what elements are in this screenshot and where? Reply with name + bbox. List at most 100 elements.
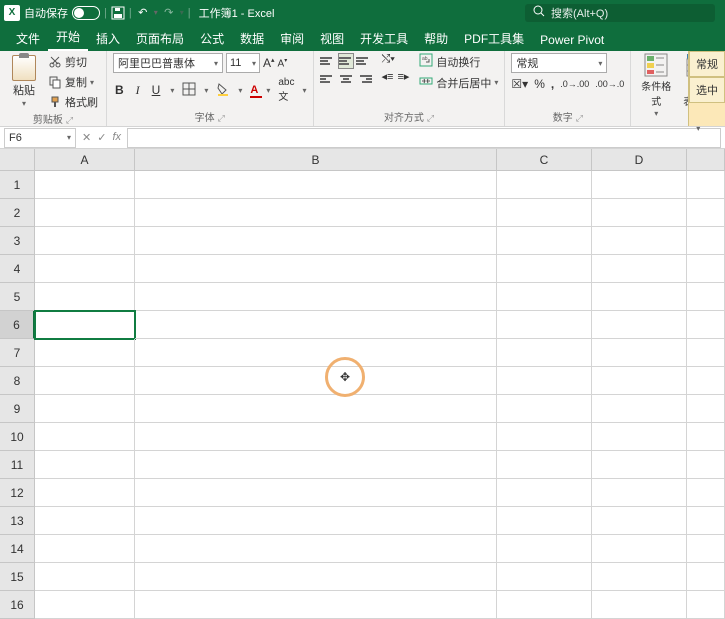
cell[interactable] [497,563,592,591]
percent-button[interactable]: % [534,77,545,91]
tab-view[interactable]: 视图 [312,26,352,51]
conditional-format-button[interactable]: 条件格式 ▾ [637,53,675,118]
cell[interactable] [497,395,592,423]
cell[interactable] [35,563,135,591]
cell[interactable] [592,535,687,563]
cell[interactable] [687,311,725,339]
general-mode-button[interactable]: 常规 [689,51,725,77]
redo-icon[interactable]: ↷ [162,6,176,20]
cell[interactable] [497,339,592,367]
cell[interactable] [497,311,592,339]
row-header[interactable]: 6 [0,311,35,339]
comma-button[interactable]: , [551,77,554,91]
cell[interactable] [687,171,725,199]
align-center-icon[interactable] [338,71,354,87]
align-left-icon[interactable] [320,71,336,87]
cell[interactable] [135,507,497,535]
cell[interactable] [687,423,725,451]
cell[interactable] [35,227,135,255]
row-header[interactable]: 8 [0,367,35,395]
search-box[interactable]: 搜索(Alt+Q) [525,4,715,22]
cell[interactable] [592,395,687,423]
cell[interactable] [687,367,725,395]
cell[interactable] [35,283,135,311]
merge-center-button[interactable]: 合并后居中 ▾ [419,74,498,91]
increase-indent-icon[interactable]: ≡▸ [397,70,409,83]
cell[interactable] [592,451,687,479]
row-header[interactable]: 16 [0,591,35,619]
row-header[interactable]: 15 [0,563,35,591]
cell[interactable] [135,171,497,199]
tab-formulas[interactable]: 公式 [192,26,232,51]
cell[interactable] [135,395,497,423]
cell[interactable] [687,283,725,311]
cell[interactable] [592,591,687,619]
tab-home[interactable]: 开始 [48,24,88,51]
cell[interactable] [497,479,592,507]
cell[interactable] [592,199,687,227]
cell[interactable] [687,479,725,507]
tab-power-pivot[interactable]: Power Pivot [532,29,612,51]
cell[interactable] [687,563,725,591]
decrease-decimal-button[interactable]: .00→.0 [595,79,624,89]
column-header[interactable] [687,149,725,171]
orientation-button[interactable]: ⤭▾ [382,53,395,66]
cell[interactable] [592,311,687,339]
cell[interactable] [687,255,725,283]
cell[interactable] [592,255,687,283]
cell[interactable] [687,227,725,255]
tab-file[interactable]: 文件 [8,26,48,51]
cell[interactable] [135,563,497,591]
cell[interactable] [135,339,497,367]
cell[interactable] [497,423,592,451]
cell[interactable] [592,339,687,367]
font-name-dropdown[interactable]: 阿里巴巴普惠体 ▾ [113,53,223,73]
cell[interactable] [687,199,725,227]
row-header[interactable]: 9 [0,395,35,423]
cell[interactable] [135,367,497,395]
wrap-text-button[interactable]: ab 自动换行 [419,53,498,70]
cell[interactable] [497,367,592,395]
cell[interactable] [592,479,687,507]
tab-data[interactable]: 数据 [232,26,272,51]
bold-button[interactable]: B [113,82,126,98]
row-header[interactable]: 11 [0,451,35,479]
align-bottom-icon[interactable] [356,53,372,69]
align-right-icon[interactable] [356,71,372,87]
column-header[interactable]: A [35,149,135,171]
cell[interactable] [35,199,135,227]
row-header[interactable]: 7 [0,339,35,367]
formula-bar[interactable] [127,128,721,148]
cut-button[interactable]: 剪切 [46,53,100,71]
tab-pdf-tools[interactable]: PDF工具集 [456,26,532,51]
undo-icon[interactable]: ↶ [136,6,150,20]
cell[interactable] [687,535,725,563]
save-icon[interactable] [111,6,125,20]
cell[interactable] [35,367,135,395]
column-header[interactable]: C [497,149,592,171]
cell[interactable] [497,199,592,227]
cell[interactable] [592,367,687,395]
decrease-font-icon[interactable]: A▾ [278,57,288,69]
cell[interactable] [35,171,135,199]
cell[interactable] [497,283,592,311]
cell[interactable] [35,311,135,339]
cell[interactable] [135,199,497,227]
font-color-button[interactable]: A [250,84,258,96]
cell[interactable] [497,535,592,563]
cell[interactable] [135,591,497,619]
number-format-dropdown[interactable]: 常规 ▾ [511,53,607,73]
cell[interactable] [35,395,135,423]
copy-button[interactable]: 复制 ▾ [46,73,100,91]
cell[interactable] [35,339,135,367]
cell[interactable] [592,563,687,591]
cell[interactable] [592,507,687,535]
decrease-indent-icon[interactable]: ◂≡ [382,70,394,83]
cell[interactable] [687,451,725,479]
dialog-launcher-icon[interactable]: ⤢ [427,113,434,123]
phonetic-button[interactable]: abc文 [278,77,294,103]
dialog-launcher-icon[interactable]: ⤢ [576,113,583,123]
cell[interactable] [687,395,725,423]
autosave-toggle[interactable] [72,6,100,20]
cell[interactable] [592,423,687,451]
